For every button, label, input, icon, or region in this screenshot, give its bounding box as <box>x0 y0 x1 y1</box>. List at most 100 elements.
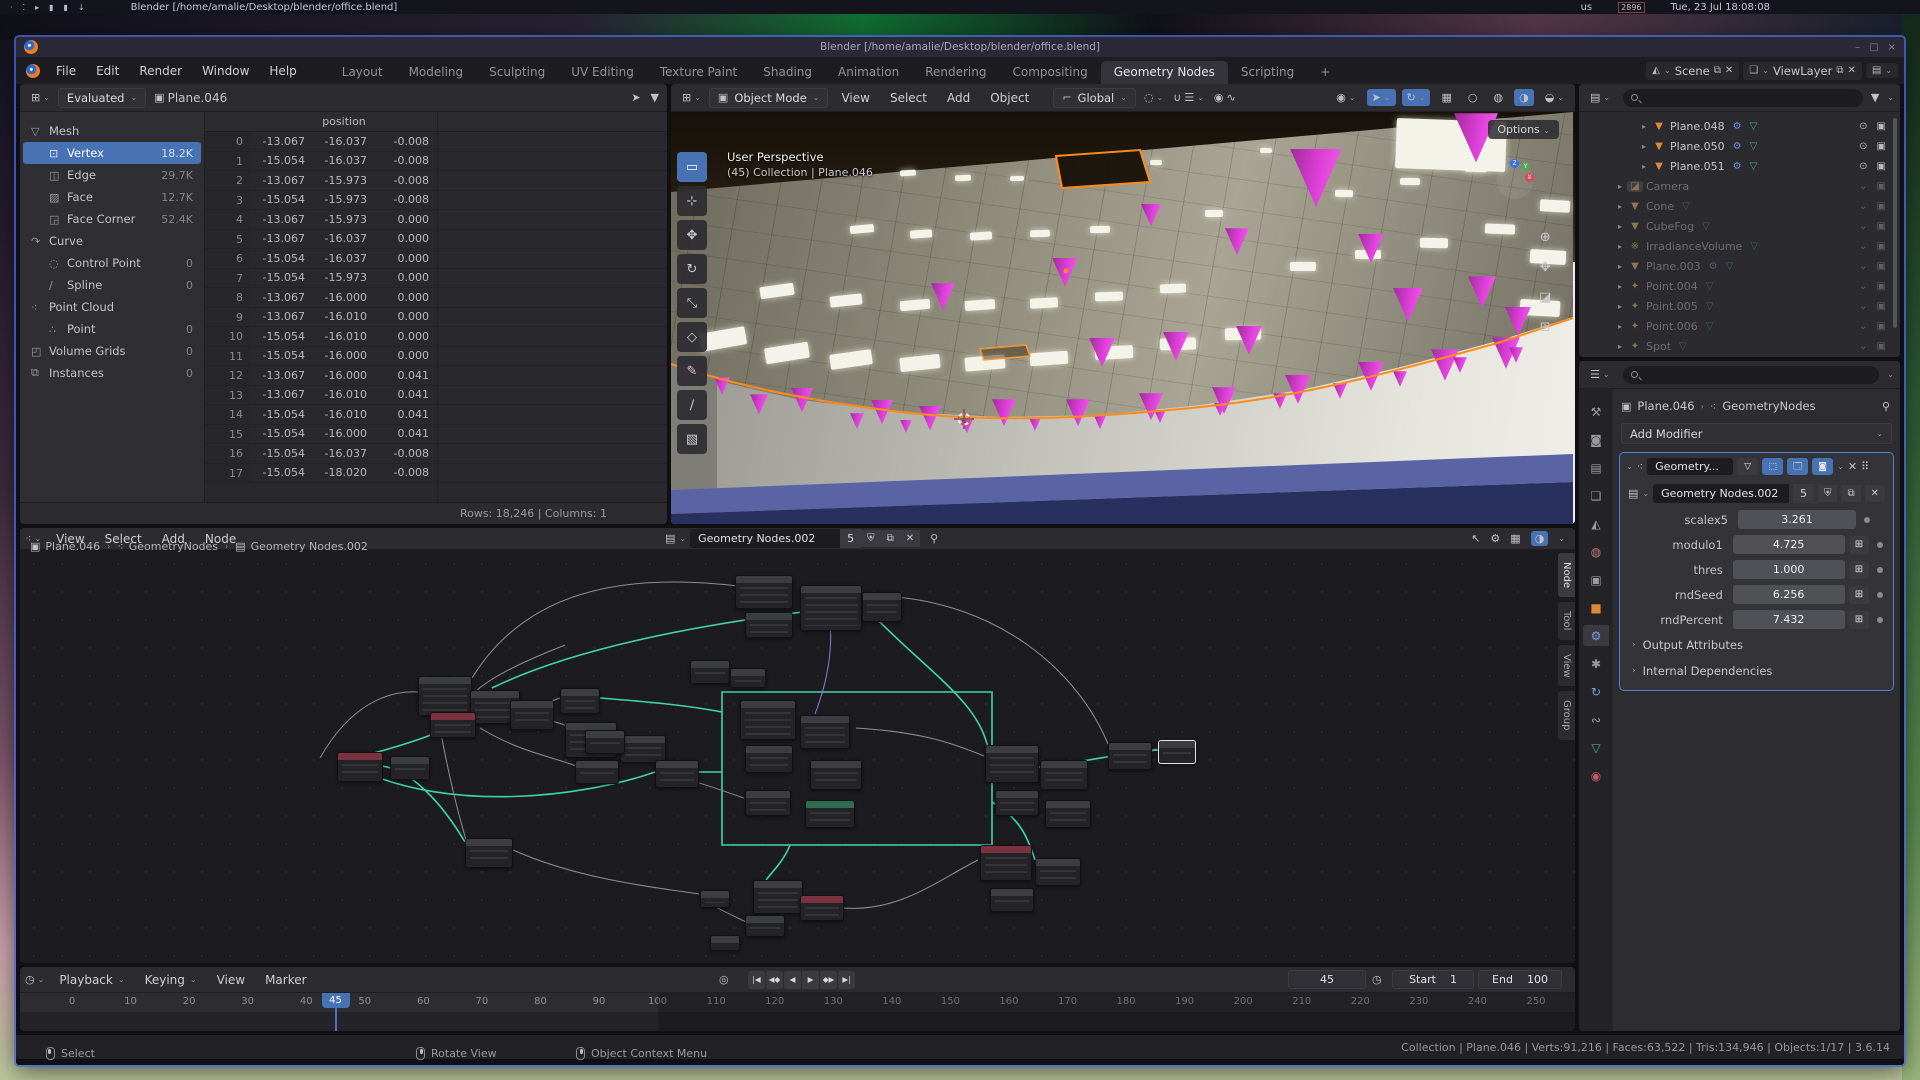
move-tool[interactable]: ✥ <box>677 220 707 250</box>
eye-closed-icon[interactable]: ⌄ <box>1859 261 1867 272</box>
viewport-canvas[interactable]: User Perspective (45) Collection | Plane… <box>671 112 1575 524</box>
domain-curve[interactable]: ↷Curve <box>23 230 201 252</box>
visibility-toggles[interactable]: ⌄▣ <box>1859 321 1886 332</box>
tab-modeling[interactable]: Modeling <box>396 61 477 84</box>
domain-point[interactable]: ∴Point0 <box>23 318 201 340</box>
domain-face-corner[interactable]: ◲Face Corner52.4K <box>23 208 201 230</box>
domain-spline[interactable]: ∕Spline0 <box>23 274 201 296</box>
render-visibility-icon[interactable]: ▣ <box>1877 181 1886 192</box>
navigation-gizmo[interactable]: Z X Y <box>1497 163 1533 199</box>
tab-geometry-nodes[interactable]: Geometry Nodes <box>1101 61 1228 84</box>
visibility-button[interactable]: ◉⌄ <box>1331 89 1360 106</box>
expand-icon[interactable]: ▸ <box>1613 342 1627 351</box>
sidebar-tab-group[interactable]: Group <box>1557 690 1575 740</box>
render-visibility-icon[interactable]: ▣ <box>1877 121 1886 132</box>
box-select-tool[interactable]: ▭ <box>677 152 707 182</box>
graph-node[interactable] <box>980 845 1032 881</box>
outliner-row-cubefog[interactable]: ▸▼CubeFog▽⌄▣ <box>1579 216 1900 236</box>
render-visibility-icon[interactable]: ▣ <box>1877 161 1886 172</box>
menu-view[interactable]: View <box>207 973 255 987</box>
add-cube-tool[interactable]: ▧ <box>677 424 707 454</box>
input-attribute-toggle[interactable]: ⊞ <box>1849 536 1870 554</box>
decorator-dot[interactable] <box>1877 567 1883 573</box>
expand-icon[interactable]: ▸ <box>1637 122 1651 131</box>
outliner-row-irradiancevolume[interactable]: ▸※IrradianceVolume▽⌄▣ <box>1579 236 1900 256</box>
eye-closed-icon[interactable]: ⌄ <box>1859 341 1867 352</box>
expand-icon[interactable]: ▸ <box>1637 162 1651 171</box>
copy-icon[interactable]: ⧉ <box>1714 65 1721 76</box>
os-clock[interactable]: Tue, 23 Jul 18:08:08 <box>1671 2 1771 13</box>
tab-layout[interactable]: Layout <box>329 61 396 84</box>
playback-button-4[interactable]: ◆▶ <box>820 971 837 989</box>
graph-node[interactable] <box>745 745 793 773</box>
window-titlebar[interactable]: Blender [/home/amalie/Desktop/blender/of… <box>16 37 1904 57</box>
render-visibility-icon[interactable]: ▣ <box>1877 301 1886 312</box>
graph-node[interactable] <box>710 935 740 951</box>
expand-icon[interactable]: ▸ <box>1613 282 1627 291</box>
domain-control-point[interactable]: ◌Control Point0 <box>23 252 201 274</box>
unlink-icon[interactable]: ✕ <box>900 530 920 547</box>
graph-node[interactable] <box>810 760 862 790</box>
node-group-name-field[interactable]: Geometry Nodes.002 <box>1653 484 1789 503</box>
remove-icon[interactable]: ✕ <box>1847 65 1855 76</box>
annotate-tool[interactable]: ✎ <box>677 356 707 386</box>
unlink-icon[interactable]: ✕ <box>1865 485 1885 502</box>
render-visibility-icon[interactable]: ▣ <box>1877 201 1886 212</box>
os-workspace-icons[interactable]: ·⁚▸▮▮↓ <box>0 3 85 12</box>
outliner-row-plane-051[interactable]: ▸▼Plane.051⚙▽⊙▣ <box>1579 156 1900 176</box>
pivot-button[interactable]: ◌⌄ <box>1139 89 1168 106</box>
expand-icon[interactable]: ▸ <box>1613 202 1627 211</box>
maximize-icon[interactable]: □ <box>1869 42 1878 53</box>
tab-world[interactable]: ◍ <box>1583 541 1609 562</box>
decorator-dot[interactable] <box>1877 592 1883 598</box>
add-modifier-button[interactable]: Add Modifier⌄ <box>1621 423 1892 444</box>
editor-type-button[interactable]: ☰⌄ <box>1585 366 1615 383</box>
axis-neg[interactable] <box>1498 185 1507 194</box>
options-button[interactable]: Options ⌄ <box>1488 120 1559 139</box>
cursor-tool[interactable]: ⊹ <box>677 186 707 216</box>
graph-node[interactable] <box>745 915 785 937</box>
editor-type-button[interactable]: ◷⌄ <box>20 971 49 988</box>
graph-node[interactable] <box>800 585 862 631</box>
tab-scene[interactable]: ◭ <box>1583 513 1609 534</box>
playback-button-0[interactable]: |◀ <box>748 971 765 989</box>
domain-instances[interactable]: ⧉Instances0 <box>23 362 201 384</box>
evaluated-dropdown[interactable]: Evaluated⌄ <box>58 88 146 108</box>
chevron-down-icon[interactable]: ⌄ <box>1887 370 1894 379</box>
domain-volume-grids[interactable]: ◰Volume Grids0 <box>23 340 201 362</box>
graph-node[interactable] <box>337 752 383 782</box>
domain-vertex[interactable]: ⊡Vertex18.2K <box>23 142 201 164</box>
copy-icon[interactable]: ⧉ <box>1841 485 1860 502</box>
eye-closed-icon[interactable]: ⌄ <box>1859 201 1867 212</box>
selected-plane-small[interactable] <box>980 345 1030 360</box>
menu-select[interactable]: Select <box>880 91 937 105</box>
domain-mesh[interactable]: ▽Mesh <box>23 120 201 142</box>
filter-icon[interactable]: ▼ <box>651 91 659 104</box>
axis-y[interactable]: Y <box>1521 162 1530 171</box>
eye-closed-icon[interactable]: ⌄ <box>1859 321 1867 332</box>
menu-file[interactable]: File <box>46 64 86 78</box>
expand-icon[interactable]: ▸ <box>1613 242 1627 251</box>
viewlayer-selector[interactable]: ❏⌄ ViewLayer ⧉✕ <box>1743 62 1862 80</box>
menu-playback[interactable]: Playback⌄ <box>49 973 134 987</box>
outliner-row-camera[interactable]: ▸◪Camera⌄▣ <box>1579 176 1900 196</box>
shading-material-button[interactable]: ◑ <box>1514 89 1534 106</box>
chevron-down-icon[interactable]: ⌄ <box>1558 534 1565 543</box>
expand-icon[interactable]: ▸ <box>1613 302 1627 311</box>
outliner-row-point-006[interactable]: ▸✦Point.006▽⌄▣ <box>1579 316 1900 336</box>
expand-icon[interactable]: ▸ <box>1637 142 1651 151</box>
graph-node[interactable] <box>465 838 513 868</box>
input-attribute-toggle[interactable]: ⊞ <box>1849 561 1870 579</box>
graph-node[interactable] <box>655 760 699 788</box>
grid-snap-icon[interactable]: ▦ <box>1510 532 1520 545</box>
graph-node[interactable] <box>740 700 796 740</box>
measure-tool[interactable]: ∕ <box>677 390 707 420</box>
graph-node[interactable] <box>390 756 430 780</box>
tab-data[interactable]: ▽ <box>1583 737 1609 758</box>
tab-particles[interactable]: ✱ <box>1583 653 1609 674</box>
gizmo-button[interactable]: ↻⌄ <box>1402 89 1431 106</box>
expand-icon[interactable]: ▸ <box>1613 222 1627 231</box>
proportional-edit-button[interactable]: ◉∿ <box>1209 89 1241 106</box>
selectability-button[interactable]: ➤⌄ <box>1367 89 1396 106</box>
render-toggle[interactable]: ◙ <box>1812 458 1833 475</box>
